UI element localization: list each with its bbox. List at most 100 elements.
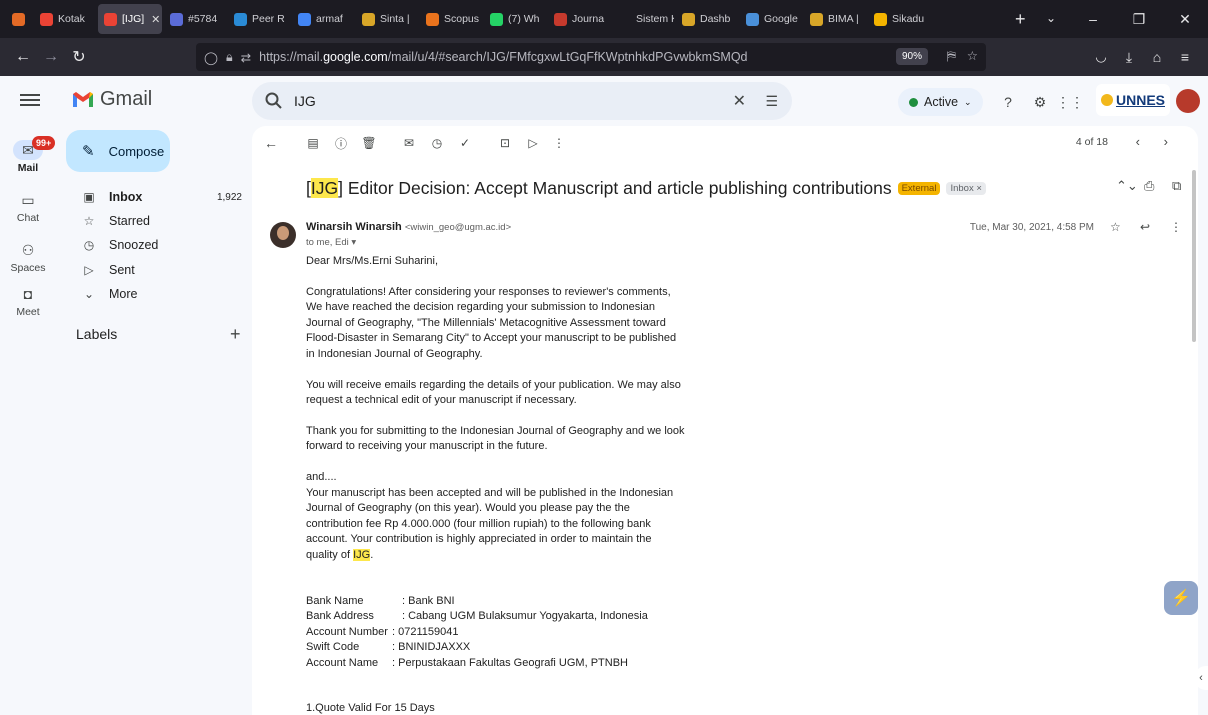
browser-tab[interactable]: Kotak <box>34 4 96 34</box>
recipients-line[interactable]: to me, Edi ▾ <box>306 237 356 248</box>
browser-tab[interactable] <box>6 4 32 34</box>
reload-button[interactable]: ↻ <box>66 44 92 70</box>
star-icon[interactable]: ☆ <box>1110 220 1121 234</box>
close-window-button[interactable]: ✕ <box>1162 0 1208 38</box>
reply-icon[interactable]: ↩ <box>1140 220 1150 234</box>
older-chevron-icon[interactable]: › <box>1164 134 1168 149</box>
sender-name[interactable]: Winarsih Winarsih <box>306 221 402 233</box>
inbox-label-chip[interactable]: Inbox × <box>946 182 986 195</box>
url-text: https://mail.google.com/mail/u/4/#search… <box>259 50 748 64</box>
browser-tab[interactable]: armaf <box>292 4 354 34</box>
bookmark-star-icon[interactable]: ☆ <box>967 48 978 63</box>
search-icon[interactable] <box>264 91 284 111</box>
newer-chevron-icon[interactable]: ‹ <box>1136 134 1140 149</box>
gmail-logo[interactable]: Gmail <box>72 88 152 111</box>
mark-unread-icon[interactable]: ✉ <box>400 134 418 152</box>
browser-tab[interactable]: Google <box>740 4 802 34</box>
pocket-icon[interactable]: ◡ <box>1088 44 1114 70</box>
sidebar-item-starred[interactable]: ☆ Starred <box>56 209 252 233</box>
sidebar-item-snoozed[interactable]: ◷ Snoozed <box>56 233 252 257</box>
open-new-window-icon[interactable]: ⧉ <box>1172 178 1181 194</box>
browser-tab[interactable]: BIMA | <box>804 4 866 34</box>
search-bar[interactable]: ✕ ☰ <box>252 82 792 120</box>
expand-all-icon[interactable]: ⌃⌄ <box>1116 178 1138 194</box>
rail-item-mail[interactable]: ✉ 99+ Mail <box>0 136 56 174</box>
menu-icon[interactable]: ≡ <box>1172 44 1198 70</box>
bank-details: Bank Name: Bank BNI Bank Address: Cabang… <box>306 594 686 672</box>
browser-tab[interactable]: Journa <box>548 4 610 34</box>
gmail-m-icon <box>73 92 93 107</box>
account-avatar[interactable] <box>1176 89 1200 113</box>
downloads-icon[interactable]: ⤓ <box>1116 44 1142 70</box>
floating-action-button[interactable]: ⚡ <box>1164 581 1198 615</box>
browser-tab[interactable]: Peer R <box>228 4 290 34</box>
zoom-indicator[interactable]: 90% <box>895 48 928 65</box>
rail-item-spaces[interactable]: ⚇ Spaces <box>0 240 56 274</box>
tab-favicon-icon <box>426 12 439 26</box>
translate-icon[interactable]: ⛿ <box>947 49 956 64</box>
back-to-list-icon[interactable]: ← <box>262 134 280 152</box>
rail-item-meet[interactable]: ◘ Meet <box>0 284 56 318</box>
delete-icon[interactable]: 🗑︎ <box>360 134 378 152</box>
archive-icon[interactable]: ▤ <box>304 134 322 152</box>
sender-avatar[interactable] <box>270 222 296 248</box>
browser-tab-strip: Kotak [IJG] ✕ #5784 Peer R armaf Sinta | Scopus… <box>0 0 1208 38</box>
gmail-wordmark: Gmail <box>100 88 153 110</box>
compose-button[interactable]: ✎ Compose <box>66 130 170 172</box>
more-options-icon[interactable]: ⋮ <box>550 134 568 152</box>
browser-tab[interactable]: #5784 <box>164 4 226 34</box>
tab-close-icon[interactable]: ✕ <box>151 13 160 26</box>
browser-tab[interactable]: Sikadu <box>868 4 930 34</box>
bank-row: Account Number: 0721159041 <box>306 625 459 638</box>
browser-tab[interactable]: (7) Wh <box>484 4 546 34</box>
print-icon[interactable]: ⎙ <box>1144 178 1154 194</box>
tab-list-chevron-icon[interactable]: ⌄ <box>1046 11 1056 25</box>
tab-favicon-icon <box>746 12 759 26</box>
body-paragraph: 1.Quote Valid For 15 Days <box>306 702 435 715</box>
browser-tab[interactable]: Scopus <box>420 4 482 34</box>
search-input[interactable] <box>294 93 724 109</box>
organization-logo[interactable]: UNNES <box>1096 84 1170 116</box>
sidebar: ✎ Compose ▣ Inbox 1,922 ☆ Starred ◷ Snoo… <box>56 126 252 715</box>
minimize-button[interactable]: – <box>1070 0 1116 38</box>
sidebar-item-sent[interactable]: ▷ Sent <box>56 258 252 282</box>
move-to-icon[interactable]: ⊡ <box>496 134 514 152</box>
extensions-icon[interactable]: ⌂ <box>1144 44 1170 70</box>
browser-tab[interactable]: Sistem Kep <box>612 4 674 34</box>
status-selector[interactable]: Active ⌄ <box>898 88 983 116</box>
clear-search-icon[interactable]: ✕ <box>733 91 746 111</box>
message-subject: [IJG] Editor Decision: Accept Manuscript… <box>306 178 986 199</box>
address-bar[interactable]: ◯ 🔒︎ ⇄ https://mail.google.com/mail/u/4/… <box>196 43 986 71</box>
restore-button[interactable]: ❐ <box>1116 0 1162 38</box>
new-tab-button[interactable]: + <box>1015 9 1026 30</box>
pagination-text: 4 of 18 <box>1075 136 1108 148</box>
main-menu-icon[interactable] <box>20 91 40 111</box>
sidebar-item-more[interactable]: ⌄ More <box>56 282 252 306</box>
report-spam-icon[interactable]: ⓘ <box>332 134 350 152</box>
help-icon[interactable]: ? <box>998 92 1018 112</box>
permissions-icon: ⇄ <box>240 50 252 65</box>
forward-button[interactable]: → <box>38 44 64 70</box>
message-more-icon[interactable]: ⋮ <box>1170 220 1182 234</box>
browser-tab[interactable]: Dashb <box>676 4 738 34</box>
tab-label: (7) Wh <box>508 13 540 25</box>
add-task-icon[interactable]: ✓ <box>456 134 474 152</box>
tab-label: armaf <box>316 13 343 25</box>
apps-grid-icon[interactable]: ⋮⋮ <box>1056 92 1084 112</box>
back-button[interactable]: ← <box>10 44 36 70</box>
browser-tab[interactable]: Sinta | <box>356 4 418 34</box>
tab-favicon-icon <box>874 12 887 26</box>
label-icon[interactable]: ▷ <box>524 134 542 152</box>
tab-label: Sistem Kep <box>636 13 674 25</box>
search-options-icon[interactable]: ☰ <box>765 93 778 110</box>
browser-tab[interactable]: [IJG] ✕ <box>98 4 162 34</box>
lock-icon: 🔒︎ <box>226 49 233 64</box>
scrollbar[interactable] <box>1192 170 1196 342</box>
rail-item-chat[interactable]: ▭ Chat <box>0 190 56 224</box>
tab-label: Google <box>764 13 798 25</box>
tab-label: Kotak <box>58 13 85 25</box>
settings-gear-icon[interactable]: ⚙ <box>1030 92 1050 112</box>
add-label-button[interactable]: + <box>230 324 241 345</box>
sidebar-item-inbox[interactable]: ▣ Inbox 1,922 <box>56 185 252 209</box>
snooze-icon[interactable]: ◷ <box>428 134 446 152</box>
